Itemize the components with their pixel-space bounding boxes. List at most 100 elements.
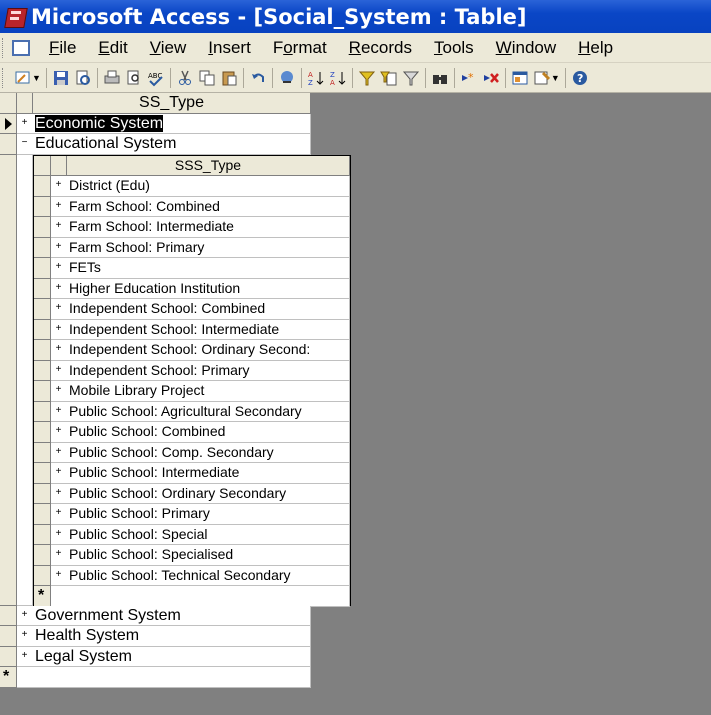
- sub-record-selector[interactable]: [34, 360, 51, 381]
- sub-record-selector[interactable]: [34, 340, 51, 361]
- expand-plus-icon[interactable]: +: [54, 405, 63, 416]
- menu-view[interactable]: View: [139, 33, 198, 63]
- view-icon[interactable]: [14, 69, 32, 87]
- sub-table-row[interactable]: Public School: Combined: [67, 422, 350, 443]
- sub-record-selector[interactable]: [34, 565, 51, 586]
- help-icon[interactable]: ?: [571, 69, 589, 87]
- paste-icon[interactable]: [220, 69, 238, 87]
- sub-record-selector[interactable]: [34, 237, 51, 258]
- menu-edit[interactable]: Edit: [87, 33, 138, 63]
- column-header-sss-type[interactable]: SSS_Type: [67, 155, 350, 176]
- sub-table-row[interactable]: Independent School: Combined: [67, 299, 350, 320]
- sub-record-selector[interactable]: [34, 524, 51, 545]
- expand-plus-icon[interactable]: +: [54, 364, 63, 375]
- expand-plus-icon[interactable]: +: [54, 569, 63, 580]
- sub-record-selector[interactable]: [34, 463, 51, 484]
- undo-icon[interactable]: [249, 69, 267, 87]
- column-header-ss-type[interactable]: SS_Type: [33, 93, 311, 114]
- new-object-icon[interactable]: [533, 69, 551, 87]
- sub-expand-cell[interactable]: +: [51, 545, 67, 566]
- apply-filter-icon[interactable]: [402, 69, 420, 87]
- expand-plus-icon[interactable]: +: [54, 241, 63, 252]
- insert-hyperlink-icon[interactable]: [278, 69, 296, 87]
- corner-selector[interactable]: [0, 93, 17, 114]
- expand-cell[interactable]: +: [17, 605, 33, 626]
- sub-table-row[interactable]: Public School: Intermediate: [67, 463, 350, 484]
- sub-table-row[interactable]: Independent School: Intermediate: [67, 319, 350, 340]
- expand-plus-icon[interactable]: +: [54, 282, 63, 293]
- expand-plus-icon[interactable]: +: [54, 262, 63, 272]
- sub-expand-cell[interactable]: +: [51, 278, 67, 299]
- cut-icon[interactable]: [176, 69, 194, 87]
- sub-table-row[interactable]: District (Edu): [67, 176, 350, 197]
- sub-table-row[interactable]: Public School: Specialised: [67, 545, 350, 566]
- expand-plus-icon[interactable]: +: [54, 549, 63, 559]
- record-selector[interactable]: [0, 646, 17, 667]
- find-icon[interactable]: [431, 69, 449, 87]
- sub-table-row[interactable]: Mobile Library Project: [67, 381, 350, 402]
- expand-plus-icon[interactable]: +: [54, 426, 63, 436]
- sub-expand-cell[interactable]: +: [51, 258, 67, 279]
- sub-record-selector[interactable]: [34, 217, 51, 238]
- sub-expand-cell[interactable]: +: [51, 463, 67, 484]
- expand-cell[interactable]: +: [17, 646, 33, 667]
- filter-by-form-icon[interactable]: [380, 69, 398, 87]
- sub-table-row[interactable]: Public School: Comp. Secondary: [67, 442, 350, 463]
- sub-table-row[interactable]: Public School: Ordinary Secondary: [67, 483, 350, 504]
- record-selector[interactable]: [0, 626, 17, 647]
- sub-record-selector[interactable]: [34, 483, 51, 504]
- sub-record-selector[interactable]: [34, 196, 51, 217]
- menu-grip[interactable]: [2, 37, 6, 58]
- access-key-icon[interactable]: [4, 6, 28, 28]
- expand-cell[interactable]: +: [17, 626, 33, 647]
- expand-plus-icon[interactable]: +: [20, 117, 29, 128]
- sub-table-row[interactable]: Farm School: Primary: [67, 237, 350, 258]
- menu-window[interactable]: Window: [485, 33, 567, 63]
- sub-table-row[interactable]: Farm School: Intermediate: [67, 217, 350, 238]
- expand-plus-icon[interactable]: +: [54, 200, 63, 211]
- expand-plus-icon[interactable]: +: [54, 303, 63, 313]
- sub-corner-selector[interactable]: [34, 155, 51, 176]
- table-row-health-system[interactable]: Health System: [33, 626, 311, 647]
- menu-format[interactable]: Format: [262, 33, 338, 63]
- expand-plus-icon[interactable]: +: [20, 630, 29, 640]
- expand-plus-icon[interactable]: +: [54, 385, 63, 395]
- sub-expand-cell[interactable]: +: [51, 381, 67, 402]
- record-selector[interactable]: [0, 134, 17, 155]
- sub-new-record-row[interactable]: [51, 586, 350, 607]
- sub-expand-cell[interactable]: +: [51, 524, 67, 545]
- copy-icon[interactable]: [198, 69, 216, 87]
- document-window-icon[interactable]: [12, 39, 30, 56]
- expand-plus-icon[interactable]: +: [20, 650, 29, 661]
- sub-record-selector[interactable]: [34, 319, 51, 340]
- database-window-icon[interactable]: [511, 69, 529, 87]
- expand-plus-icon[interactable]: +: [54, 487, 63, 498]
- expand-plus-icon[interactable]: +: [54, 467, 63, 477]
- sub-record-selector[interactable]: [34, 422, 51, 443]
- sub-expand-cell[interactable]: +: [51, 340, 67, 361]
- new-record-selector[interactable]: *: [0, 667, 17, 688]
- sub-expand-cell[interactable]: +: [51, 401, 67, 422]
- record-selector[interactable]: [0, 113, 17, 134]
- record-selector[interactable]: [0, 605, 17, 626]
- sub-expand-cell[interactable]: +: [51, 504, 67, 525]
- spelling-icon[interactable]: ABC: [147, 69, 165, 87]
- sub-expand-cell[interactable]: +: [51, 299, 67, 320]
- sort-ascending-icon[interactable]: AZ: [307, 69, 325, 87]
- expand-plus-icon[interactable]: +: [54, 180, 63, 190]
- collapse-minus-icon[interactable]: −: [20, 138, 29, 148]
- sub-table-row[interactable]: Independent School: Ordinary Second:: [67, 340, 350, 361]
- sub-expand-cell[interactable]: +: [51, 442, 67, 463]
- toolbar-grip[interactable]: [2, 67, 6, 88]
- menu-tools[interactable]: Tools: [423, 33, 485, 63]
- expand-plus-icon[interactable]: +: [54, 528, 63, 539]
- sub-record-selector[interactable]: [34, 401, 51, 422]
- save-icon[interactable]: [52, 69, 70, 87]
- sub-table-row[interactable]: Farm School: Combined: [67, 196, 350, 217]
- menu-help[interactable]: Help: [567, 33, 624, 63]
- sub-record-selector[interactable]: [34, 442, 51, 463]
- sub-table-row[interactable]: Public School: Special: [67, 524, 350, 545]
- sub-expand-cell[interactable]: +: [51, 319, 67, 340]
- menu-records[interactable]: Records: [338, 33, 423, 63]
- expand-plus-icon[interactable]: +: [20, 609, 29, 620]
